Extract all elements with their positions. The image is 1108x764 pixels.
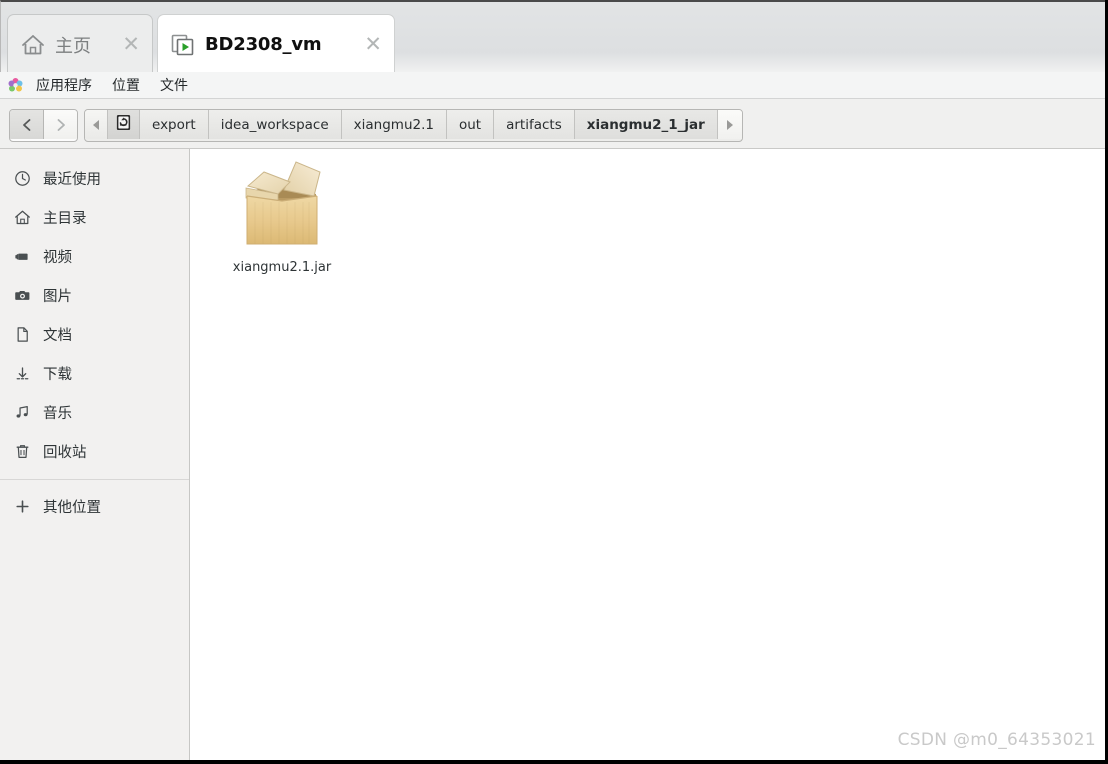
trash-icon (13, 443, 31, 461)
menu-item-files[interactable]: 文件 (150, 75, 198, 95)
file-item-xiangmu21-jar[interactable]: xiangmu2.1.jar (222, 156, 342, 275)
tab-home-label: 主页 (55, 35, 91, 57)
filesystem-device-icon (115, 114, 132, 135)
sidebar-item-trash-label: 回收站 (43, 445, 87, 461)
tab-vm[interactable]: BD2308_vm ✕ (157, 14, 395, 74)
download-arrow-icon (13, 365, 31, 383)
chevron-left-icon (22, 118, 30, 131)
plus-icon (13, 498, 31, 516)
tab-vm-close-icon[interactable]: ✕ (364, 34, 382, 55)
back-button[interactable] (10, 110, 44, 139)
vm-play-icon (170, 32, 196, 58)
tab-home[interactable]: 主页 ✕ (7, 14, 153, 74)
sidebar-item-downloads-label: 下载 (43, 367, 72, 383)
breadcrumb: export idea_workspace xiangmu2.1 out art… (84, 109, 743, 142)
sidebar-item-recent-label: 最近使用 (43, 172, 101, 188)
sidebar-item-videos[interactable]: 视频 (0, 237, 189, 276)
menu-bar: 应用程序 位置 文件 (0, 72, 1105, 99)
file-manager-window: 主页 ✕ BD2308_vm ✕ 应用程序 位置 文件 export idea_… (0, 0, 1108, 764)
sidebar-item-other-locations[interactable]: 其他位置 (0, 487, 189, 526)
sidebar-item-music-label: 音乐 (43, 406, 72, 422)
document-icon (13, 326, 31, 344)
sidebar-item-documents[interactable]: 文档 (0, 315, 189, 354)
breadcrumb-segment-idea-workspace[interactable]: idea_workspace (208, 110, 342, 139)
file-item-label: xiangmu2.1.jar (232, 260, 332, 275)
breadcrumb-segment-export[interactable]: export (140, 110, 209, 139)
gnome-applications-icon (7, 77, 24, 94)
menu-item-applications[interactable]: 应用程序 (26, 75, 102, 95)
music-note-icon (13, 404, 31, 422)
home-icon (13, 209, 31, 227)
sidebar-item-other-locations-label: 其他位置 (43, 500, 101, 516)
sidebar-item-downloads[interactable]: 下载 (0, 354, 189, 393)
sidebar-divider (0, 479, 189, 480)
tab-vm-label: BD2308_vm (205, 34, 322, 55)
sidebar-item-recent[interactable]: 最近使用 (0, 159, 189, 198)
sidebar-item-trash[interactable]: 回收站 (0, 432, 189, 471)
breadcrumb-device-button[interactable] (108, 110, 140, 139)
camera-icon (13, 287, 31, 305)
sidebar-item-home[interactable]: 主目录 (0, 198, 189, 237)
clock-icon (13, 170, 31, 188)
tab-strip: 主页 ✕ BD2308_vm ✕ (0, 0, 1105, 74)
navigation-buttons (9, 109, 78, 142)
tab-home-close-icon[interactable]: ✕ (122, 34, 140, 55)
breadcrumb-segment-xiangmu21[interactable]: xiangmu2.1 (341, 110, 447, 139)
triangle-right-icon (726, 119, 733, 130)
chevron-right-icon (57, 118, 65, 131)
breadcrumb-scroll-left[interactable] (85, 110, 108, 139)
csdn-watermark: CSDN @m0_64353021 (897, 730, 1096, 750)
places-sidebar: 最近使用 主目录 视频 图片 文档 下载 音乐 回收站 其他位置 (0, 149, 190, 760)
breadcrumb-scroll-right[interactable] (717, 110, 742, 139)
breadcrumb-segment-artifacts[interactable]: artifacts (494, 110, 575, 139)
sidebar-item-pictures[interactable]: 图片 (0, 276, 189, 315)
sidebar-item-pictures-label: 图片 (43, 289, 72, 305)
home-icon (20, 32, 46, 58)
video-camera-icon (13, 248, 31, 266)
file-list-view[interactable]: xiangmu2.1.jar CSDN @m0_64353021 (191, 149, 1105, 760)
package-box-icon (234, 156, 330, 256)
sidebar-item-home-label: 主目录 (43, 211, 87, 227)
triangle-left-icon (93, 119, 99, 130)
sidebar-item-videos-label: 视频 (43, 250, 72, 266)
breadcrumb-segment-xiangmu2-1-jar[interactable]: xiangmu2_1_jar (574, 110, 718, 139)
sidebar-item-documents-label: 文档 (43, 328, 72, 344)
menu-item-places[interactable]: 位置 (102, 75, 150, 95)
sidebar-item-music[interactable]: 音乐 (0, 393, 189, 432)
forward-button[interactable] (44, 110, 77, 139)
breadcrumb-segment-out[interactable]: out (446, 110, 495, 139)
